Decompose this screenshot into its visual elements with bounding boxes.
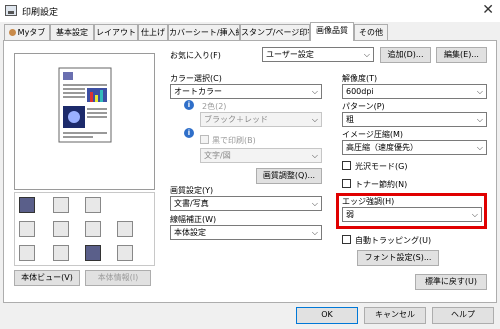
favorites-select[interactable]: ユーザー設定 ⌵ — [262, 47, 374, 62]
edit-favorite-button[interactable]: 編集(E)... — [436, 47, 487, 63]
device-view-button[interactable]: 本体ビュー(V) — [14, 270, 80, 286]
device-thumbnail[interactable] — [19, 221, 35, 237]
tab-label: Myタブ — [17, 28, 46, 37]
chevron-down-icon: ⌵ — [363, 50, 370, 59]
device-thumbnail[interactable] — [53, 245, 69, 261]
compression-label: イメージ圧縮(M) — [342, 130, 403, 139]
black-print-checkbox[interactable] — [200, 135, 209, 144]
chevron-down-icon: ⌵ — [476, 87, 483, 96]
window-title: 印刷設定 — [22, 8, 59, 18]
line-width-select[interactable]: 本体設定 ⌵ — [170, 225, 322, 240]
tab-layout[interactable]: レイアウト — [94, 24, 138, 40]
device-thumbnail[interactable] — [53, 221, 69, 237]
line-width-value: 本体設定 — [174, 228, 206, 237]
toner-save-checkbox[interactable] — [342, 179, 351, 188]
chevron-down-icon: ⌵ — [311, 115, 318, 124]
color-value: オートカラー — [174, 87, 222, 96]
edge-emphasis-value: 弱 — [346, 210, 354, 219]
quality-value: 文書/写真 — [174, 199, 209, 208]
chevron-down-icon: ⌵ — [476, 143, 483, 152]
device-thumbnail[interactable] — [19, 197, 35, 213]
resolution-value: 600dpi — [346, 87, 374, 96]
auto-trapping-checkbox[interactable] — [342, 235, 351, 244]
tab-cover[interactable]: カバーシート/挿入紙 — [168, 24, 240, 40]
device-thumbnail[interactable] — [19, 245, 35, 261]
color-select-label: カラー選択(C) — [170, 74, 222, 83]
info-icon: i — [184, 100, 194, 110]
edge-emphasis-label: エッジ強調(H) — [342, 197, 395, 206]
favorites-value: ユーザー設定 — [266, 50, 314, 59]
quality-select[interactable]: 文書/写真 ⌵ — [170, 196, 322, 211]
add-favorite-button[interactable]: 追加(D)... — [380, 47, 431, 63]
favorites-label: お気に入り(F) — [170, 51, 221, 60]
color-select[interactable]: オートカラー ⌵ — [170, 84, 322, 99]
person-icon — [8, 29, 16, 36]
tab-other[interactable]: その他 — [354, 24, 388, 40]
two-color-select[interactable]: ブラック＋レッド ⌵ — [200, 112, 322, 127]
cancel-button[interactable]: キャンセル — [364, 307, 426, 324]
chevron-down-icon: ⌵ — [311, 151, 318, 160]
image-adjust-button[interactable]: 画質調整(Q)... — [256, 168, 322, 184]
page-preview — [14, 53, 155, 190]
pattern-label: パターン(P) — [342, 102, 385, 111]
reset-default-button[interactable]: 標準に戻す(U) — [415, 274, 487, 290]
font-settings-button[interactable]: フォント設定(S)... — [357, 250, 439, 266]
black-print-label: 黒で印刷(B) — [212, 136, 256, 145]
quality-label: 画質設定(Y) — [170, 186, 214, 195]
device-thumbnail[interactable] — [53, 197, 69, 213]
tab-mytab[interactable]: Myタブ — [4, 24, 50, 40]
compression-select[interactable]: 高圧縮（速度優先） ⌵ — [342, 140, 487, 155]
tab-basic[interactable]: 基本設定 — [50, 24, 94, 40]
info-icon: i — [184, 128, 194, 138]
pattern-value: 粗 — [346, 115, 354, 124]
glossy-label: 光沢モード(G) — [355, 162, 408, 171]
chevron-down-icon: ⌵ — [311, 199, 318, 208]
device-thumbnail[interactable] — [117, 221, 133, 237]
resolution-label: 解像度(T) — [342, 74, 378, 83]
device-thumbnail[interactable] — [85, 197, 101, 213]
toner-save-label: トナー節約(N) — [355, 180, 408, 189]
chevron-down-icon: ⌵ — [476, 115, 483, 124]
title-bar: 印刷設定 ✕ — [0, 0, 500, 22]
chevron-down-icon: ⌵ — [471, 210, 478, 219]
resolution-select[interactable]: 600dpi ⌵ — [342, 84, 487, 99]
two-color-label: 2色(2) — [202, 102, 227, 111]
device-info-button[interactable]: 本体情報(I) — [85, 270, 151, 286]
ok-button[interactable]: OK — [296, 307, 358, 324]
device-thumbnail[interactable] — [85, 221, 101, 237]
tab-stamp[interactable]: スタンプ/ページ印字 — [240, 24, 310, 40]
device-thumbnail[interactable] — [85, 245, 101, 261]
printer-icon — [5, 5, 17, 16]
glossy-checkbox[interactable] — [342, 161, 351, 170]
document-preview-icon — [58, 67, 112, 143]
device-icons-area — [14, 192, 155, 266]
black-print-value: 文字/図 — [204, 151, 231, 160]
tab-image-quality[interactable]: 画像品質 — [310, 22, 354, 41]
edge-emphasis-select[interactable]: 弱 ⌵ — [342, 207, 482, 222]
auto-trapping-label: 自動トラッピング(U) — [355, 236, 432, 245]
chevron-down-icon: ⌵ — [311, 87, 318, 96]
black-print-select[interactable]: 文字/図 ⌵ — [200, 148, 322, 163]
close-icon[interactable]: ✕ — [482, 2, 494, 18]
help-button[interactable]: ヘルプ — [432, 307, 494, 324]
tab-finish[interactable]: 仕上げ — [138, 24, 168, 40]
pattern-select[interactable]: 粗 ⌵ — [342, 112, 487, 127]
two-color-value: ブラック＋レッド — [204, 115, 268, 124]
compression-value: 高圧縮（速度優先） — [346, 143, 418, 152]
line-width-label: 線幅補正(W) — [170, 215, 217, 224]
device-thumbnail[interactable] — [117, 245, 133, 261]
chevron-down-icon: ⌵ — [311, 228, 318, 237]
